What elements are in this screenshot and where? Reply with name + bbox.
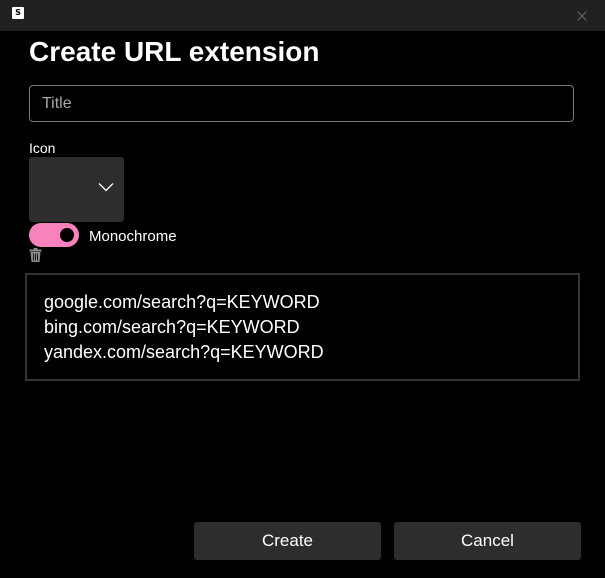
close-button[interactable] (559, 0, 605, 31)
url-line: google.com/search?q=KEYWORD (44, 292, 320, 312)
title-input[interactable] (29, 85, 574, 122)
cancel-button[interactable]: Cancel (394, 522, 581, 560)
icon-dropdown[interactable] (29, 157, 124, 222)
chevron-down-icon (98, 183, 114, 192)
app-icon: S (12, 7, 24, 19)
url-line: bing.com/search?q=KEYWORD (44, 317, 300, 337)
icon-label: Icon (29, 140, 56, 156)
monochrome-toggle[interactable] (29, 223, 79, 247)
toggle-knob (60, 228, 74, 242)
dialog-window: S Create URL extension Icon Monochrome g… (0, 0, 605, 578)
delete-button[interactable] (29, 248, 42, 267)
title-bar: S (0, 0, 605, 31)
create-button[interactable]: Create (194, 522, 381, 560)
monochrome-label: Monochrome (89, 228, 177, 245)
close-icon (577, 10, 587, 21)
url-list-textarea[interactable]: google.com/search?q=KEYWORD bing.com/sea… (25, 273, 580, 381)
dialog-title: Create URL extension (29, 36, 320, 67)
trash-icon (29, 248, 42, 262)
url-line: yandex.com/search?q=KEYWORD (44, 342, 324, 362)
